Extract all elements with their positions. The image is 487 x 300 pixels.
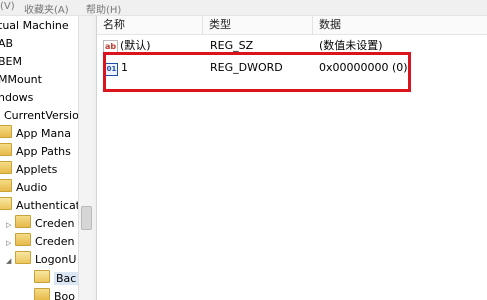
- menu-bar: (V) 收藏夹(A) 帮助(H): [0, 0, 487, 16]
- tree-item[interactable]: Boo: [34, 288, 75, 300]
- tree-item[interactable]: MMount: [0, 71, 42, 89]
- tree-item[interactable]: App Paths: [0, 143, 71, 161]
- tree-item[interactable]: AB: [0, 35, 13, 53]
- tree-item[interactable]: ◢ LogonU: [6, 251, 76, 269]
- folder-open-icon: [0, 197, 12, 210]
- folder-icon: [0, 179, 12, 192]
- value-name: 1: [121, 61, 128, 74]
- tree-item[interactable]: Audio: [0, 179, 47, 197]
- column-header-data[interactable]: 数据: [313, 16, 487, 34]
- folder-open-icon: [15, 251, 31, 264]
- list-item[interactable]: 01 1 REG_DWORD 0x00000000 (0): [97, 58, 487, 78]
- menu-help[interactable]: 帮助(H): [86, 1, 121, 16]
- value-type: REG_SZ: [210, 39, 254, 52]
- tree-item[interactable]: ▷ Creden: [6, 233, 74, 251]
- values-list: 名称 类型 数据 ab (默认) REG_SZ (数值未设置) 01 1 REG_D…: [97, 16, 487, 300]
- string-value-icon: ab: [103, 40, 118, 53]
- tree-item[interactable]: tual Machine: [0, 17, 69, 35]
- scrollbar-thumb[interactable]: [81, 206, 92, 230]
- expand-arrow-icon[interactable]: ▷: [6, 216, 14, 234]
- tree-item[interactable]: Applets: [0, 161, 57, 179]
- tree-item[interactable]: ndows: [0, 89, 33, 107]
- folder-open-icon: [34, 270, 50, 283]
- tree-item[interactable]: ▷ Creden: [6, 215, 74, 233]
- folder-icon: [15, 215, 31, 228]
- value-name: (默认): [120, 39, 151, 52]
- folder-icon: [15, 233, 31, 246]
- folder-icon: [0, 125, 12, 138]
- folder-icon: [34, 288, 50, 300]
- menu-view[interactable]: (V): [0, 1, 15, 12]
- tree-scrollbar[interactable]: [78, 16, 93, 300]
- list-item[interactable]: ab (默认) REG_SZ (数值未设置): [97, 36, 487, 56]
- value-data: (数值未设置): [319, 39, 383, 52]
- list-header: 名称 类型 数据: [97, 16, 487, 35]
- registry-key-tree[interactable]: tual Machine AB BEM MMount ndows Current…: [0, 16, 78, 300]
- expand-arrow-icon[interactable]: ▷: [6, 234, 14, 252]
- menu-favorites[interactable]: 收藏夹(A): [24, 1, 69, 16]
- tree-item[interactable]: CurrentVersio: [4, 107, 78, 125]
- value-type: REG_DWORD: [210, 61, 283, 74]
- tree-item[interactable]: Authenticat: [0, 197, 78, 215]
- tree-item-selected[interactable]: Bac: [34, 270, 78, 288]
- folder-icon: [0, 161, 12, 174]
- tree-item[interactable]: App Mana: [0, 125, 71, 143]
- tree-item[interactable]: BEM: [0, 53, 22, 71]
- value-data: 0x00000000 (0): [319, 61, 408, 74]
- column-header-name[interactable]: 名称: [97, 16, 203, 34]
- column-header-type[interactable]: 类型: [203, 16, 313, 34]
- collapse-arrow-icon[interactable]: ◢: [6, 252, 14, 270]
- dword-value-icon: 01: [105, 63, 118, 76]
- folder-icon: [0, 143, 12, 156]
